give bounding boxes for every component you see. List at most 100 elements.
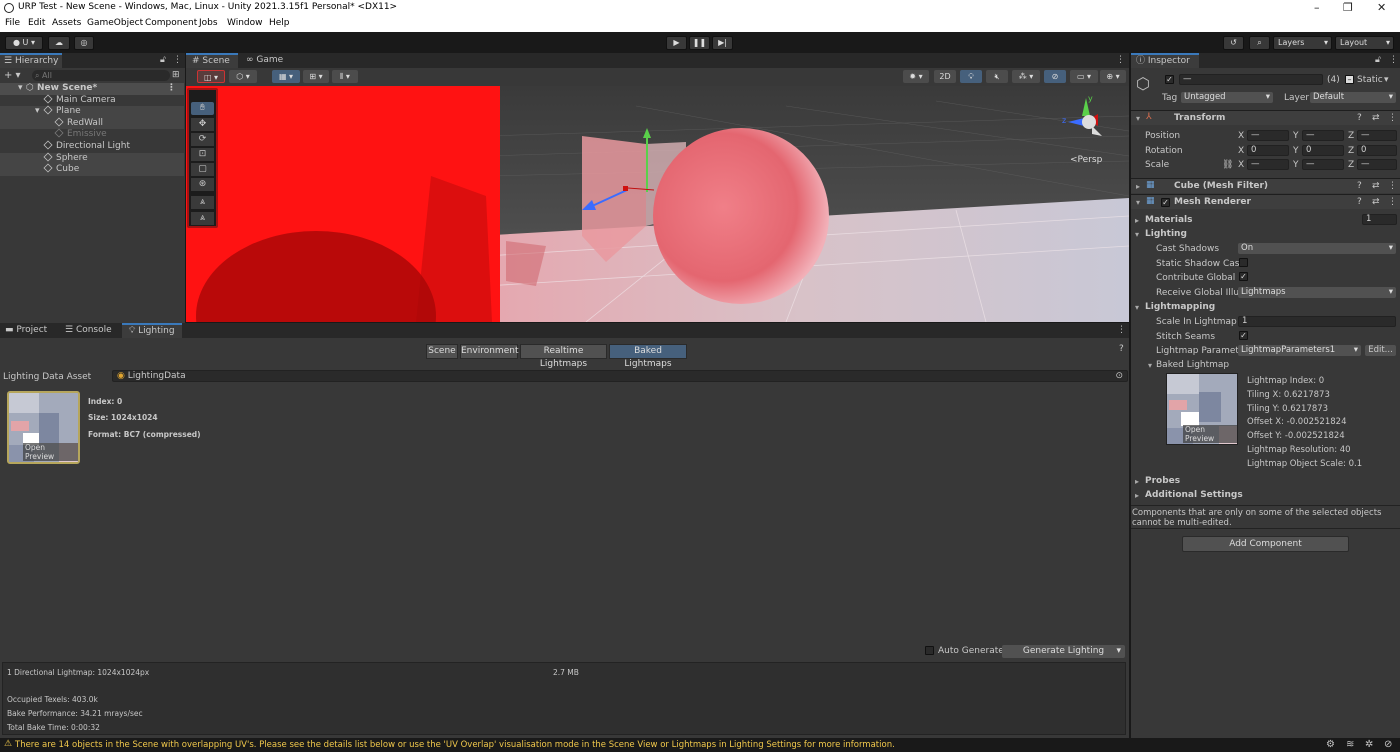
mesh-filter-header[interactable]: ▸ ▦ Cube (Mesh Filter) ? ⇄ ⋮ (1131, 178, 1400, 193)
kebab-menu-icon[interactable]: ⋮ (1388, 181, 1397, 191)
transform-header[interactable]: ▾ ⅄ Transform ? ⇄ ⋮ (1131, 110, 1400, 125)
tag-dropdown[interactable]: Untagged (1181, 92, 1273, 103)
lighting-tab-environment[interactable]: Environment (460, 344, 518, 359)
transform-tool-button[interactable]: ⊛ (191, 178, 214, 191)
rotate-tool-button[interactable]: ⟳ (191, 133, 214, 146)
help-icon[interactable]: ? (1357, 181, 1362, 191)
draw-mode-dropdown[interactable]: ◫ ▾ (197, 70, 225, 83)
component-tool-button[interactable]: ⩓ (191, 212, 214, 225)
rotation-y-field[interactable]: 0 (1302, 145, 1344, 156)
lighting-tab-realtime[interactable]: Realtime Lightmaps (520, 344, 607, 369)
generate-lighting-button[interactable]: Generate Lighting ▾ (1002, 645, 1125, 658)
menu-component[interactable]: Component (145, 18, 197, 28)
custom-tool-button[interactable]: ⩓ (191, 196, 214, 209)
layer-dropdown[interactable]: Default (1310, 92, 1396, 103)
toggle-audio-button[interactable]: 🔇︎ (986, 70, 1008, 83)
additional-settings-label[interactable]: Additional Settings (1145, 490, 1243, 500)
toggle-2d-button[interactable]: 2D (934, 70, 956, 83)
fold-icon[interactable]: ▾ (1135, 230, 1139, 239)
lighting-mode-dropdown[interactable]: ✹ ▾ (903, 70, 929, 83)
fold-icon[interactable]: ▾ (1135, 303, 1139, 312)
rotation-z-field[interactable]: 0 (1357, 145, 1397, 156)
kebab-menu-icon[interactable]: ⋮ (167, 83, 176, 94)
kebab-menu-icon[interactable]: ⋮ (173, 55, 182, 65)
close-button[interactable]: ✕ (1377, 1, 1386, 14)
probes-label[interactable]: Probes (1145, 476, 1180, 486)
position-x-field[interactable]: — (1247, 130, 1289, 141)
kebab-menu-icon[interactable]: ⋮ (1389, 55, 1398, 65)
tab-hierarchy[interactable]: ☰ Hierarchy (0, 53, 62, 68)
pause-button[interactable]: ❚❚ (689, 36, 710, 50)
help-icon[interactable]: ? (1357, 197, 1362, 207)
scene-viewport[interactable]: ✋︎ ✥ ⟳ ⊡ ▢ ⊛ ⩓ ⩓ y z <Persp (186, 86, 1129, 322)
lightmap-thumbnail[interactable]: Open Preview (7, 391, 80, 464)
menu-help[interactable]: Help (269, 18, 290, 28)
status-warning-message[interactable]: There are 14 objects in the Scene with o… (15, 740, 895, 750)
maximize-button[interactable]: ❐ (1343, 1, 1353, 14)
snap-increment-dropdown[interactable]: ⊞ ▾ (303, 70, 329, 83)
grid-snap-dropdown[interactable]: ▦ ▾ (272, 70, 300, 83)
edit-lightmap-parameters-button[interactable]: Edit... (1365, 345, 1396, 356)
tab-inspector[interactable]: ⓘ Inspector (1131, 53, 1199, 68)
scale-in-lightmap-field[interactable]: 1 (1238, 316, 1396, 327)
fold-icon[interactable]: ▾ (1148, 361, 1152, 370)
receive-gi-dropdown[interactable]: Lightmaps (1238, 287, 1396, 298)
hierarchy-item-directional-light[interactable]: Directional Light (0, 140, 184, 153)
rect-tool-button[interactable]: ▢ (191, 163, 214, 176)
collab-button[interactable]: ◎ (74, 36, 94, 50)
hierarchy-filter-icon[interactable]: ⊞ (172, 70, 180, 80)
fold-icon[interactable]: ▸ (1135, 491, 1139, 500)
effects-dropdown[interactable]: ⁂ ▾ (1012, 70, 1040, 83)
hierarchy-item-plane[interactable]: ▾ Plane (0, 105, 184, 118)
tab-scene[interactable]: # Scene (186, 53, 238, 68)
lighting-section-label[interactable]: Lighting (1145, 229, 1187, 239)
debug-icon[interactable]: ✲ (1365, 739, 1373, 750)
help-icon[interactable]: ? (1357, 113, 1362, 123)
tab-console[interactable]: ☰ Console (60, 323, 116, 338)
toggle-lighting-button[interactable]: 💡︎ (960, 70, 982, 83)
minimize-button[interactable]: – (1314, 1, 1320, 14)
menu-jobs[interactable]: Jobs (199, 18, 218, 28)
hierarchy-item-main-camera[interactable]: Main Camera (0, 94, 184, 107)
move-tool-button[interactable]: ✥ (191, 118, 214, 131)
contribute-gi-checkbox[interactable]: ✓ (1239, 272, 1248, 281)
lightmapping-label[interactable]: Lightmapping (1145, 302, 1215, 312)
projection-toggle[interactable]: <Persp (1070, 155, 1102, 165)
bake-icon[interactable]: ≋ (1346, 739, 1354, 750)
settings-icon[interactable]: ⊘ (1384, 739, 1392, 750)
help-icon[interactable]: ? (1119, 344, 1124, 354)
menu-edit[interactable]: Edit (28, 18, 45, 28)
play-button[interactable]: ▶ (666, 36, 687, 50)
materials-label[interactable]: Materials (1145, 215, 1192, 225)
add-component-button[interactable]: Add Component (1182, 536, 1349, 552)
tab-game[interactable]: ∞ Game (246, 53, 290, 68)
preset-icon[interactable]: ⇄ (1372, 113, 1380, 123)
preset-icon[interactable]: ⇄ (1372, 181, 1380, 191)
position-z-field[interactable]: — (1357, 130, 1397, 141)
scale-tool-button[interactable]: ⊡ (191, 148, 214, 161)
history-button[interactable]: ↺ (1223, 36, 1244, 50)
static-shadow-caster-checkbox[interactable] (1239, 258, 1248, 267)
open-preview-label[interactable]: Open Preview (23, 443, 78, 461)
cast-shadows-dropdown[interactable]: On (1238, 243, 1396, 254)
mesh-renderer-header[interactable]: ▾ ▦ ✓ Mesh Renderer ? ⇄ ⋮ (1131, 194, 1400, 209)
auto-generate-checkbox[interactable] (925, 646, 934, 655)
lighting-tab-scene[interactable]: Scene (426, 344, 458, 359)
hand-tool-button[interactable]: ✋︎ (191, 102, 214, 115)
object-name-field[interactable]: — (1179, 74, 1323, 85)
kebab-menu-icon[interactable]: ⋮ (1388, 113, 1397, 123)
stitch-seams-checkbox[interactable]: ✓ (1239, 331, 1248, 340)
menu-assets[interactable]: Assets (52, 18, 81, 28)
chevron-down-icon[interactable]: ▾ (1116, 645, 1121, 658)
hierarchy-item-sphere[interactable]: Sphere (0, 152, 184, 165)
hierarchy-search-input[interactable]: ⌕ All (32, 70, 170, 81)
static-checkbox[interactable]: – (1345, 75, 1354, 84)
kebab-menu-icon[interactable]: ⋮ (1117, 325, 1126, 335)
search-button[interactable]: ⌕ (1249, 36, 1270, 50)
kebab-menu-icon[interactable]: ⋮ (1388, 197, 1397, 207)
menu-gameobject[interactable]: GameObject (87, 18, 143, 28)
gizmos-dropdown[interactable]: ⊕ ▾ (1100, 70, 1126, 83)
lighting-data-asset-field[interactable]: ◉ LightingData ⊙ (112, 370, 1128, 382)
orientation-gizmo[interactable]: y z (1062, 94, 1112, 144)
lock-icon[interactable]: 🔓︎ (160, 55, 166, 65)
